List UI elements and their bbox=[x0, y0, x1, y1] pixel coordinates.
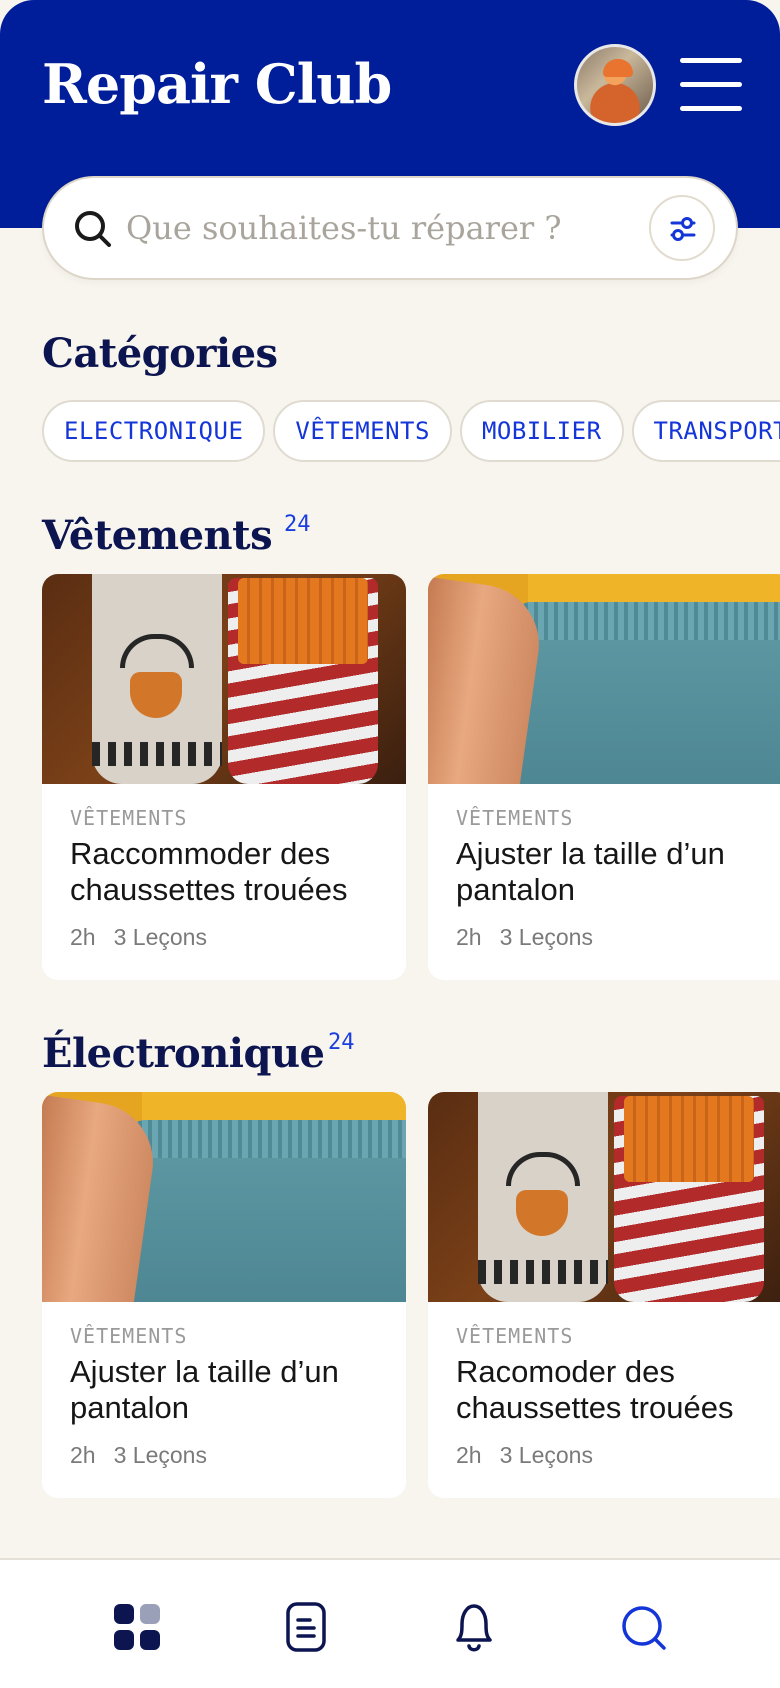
course-card[interactable]: VÊTEMENTS Raccommoder des chaussettes tr… bbox=[42, 574, 406, 980]
card-title: Ajuster la taille d’un pantalon bbox=[456, 836, 725, 907]
card-title: Racomoder des chaussettes trouées bbox=[456, 1354, 734, 1425]
card-title: Ajuster la taille d’un pantalon bbox=[70, 1354, 339, 1425]
card-title: Raccommoder des chaussettes trouées bbox=[70, 836, 348, 907]
section-title-vetements: Vêtements bbox=[42, 512, 273, 559]
card-meta: 2h 3 Leçons bbox=[456, 1442, 593, 1469]
category-chips: ELECTRONIQUE VÊTEMENTS MOBILIER TRANSPORT bbox=[42, 400, 780, 462]
course-row: VÊTEMENTS Ajuster la taille d’un pantalo… bbox=[42, 1092, 780, 1502]
card-duration: 2h bbox=[456, 924, 482, 950]
avatar-helmet bbox=[603, 59, 633, 77]
search-icon[interactable] bbox=[612, 1596, 676, 1660]
bottom-tab-bar bbox=[0, 1558, 780, 1688]
card-category: VÊTEMENTS bbox=[70, 806, 188, 830]
card-meta: 2h 3 Leçons bbox=[456, 924, 593, 951]
user-avatar[interactable] bbox=[574, 44, 656, 126]
card-duration: 2h bbox=[70, 924, 96, 950]
chip-electronique[interactable]: ELECTRONIQUE bbox=[42, 400, 266, 462]
filter-button[interactable] bbox=[649, 195, 715, 261]
course-card[interactable]: VÊTEMENTS Ajuster la taille d’un pantalo… bbox=[42, 1092, 406, 1498]
search-input[interactable] bbox=[126, 198, 626, 258]
card-duration: 2h bbox=[456, 1442, 482, 1468]
hamburger-menu-icon[interactable] bbox=[680, 58, 742, 112]
bell-icon[interactable] bbox=[442, 1596, 506, 1660]
pants-image bbox=[428, 574, 780, 784]
section-title-electronique: Électronique bbox=[42, 1030, 325, 1077]
card-lessons: 3 Leçons bbox=[499, 924, 593, 950]
socks-image bbox=[428, 1092, 780, 1302]
card-lessons: 3 Leçons bbox=[113, 924, 207, 950]
card-lessons: 3 Leçons bbox=[499, 1442, 593, 1468]
card-duration: 2h bbox=[70, 1442, 96, 1468]
course-card[interactable]: VÊTEMENTS Ajuster la taille d’un pantalo… bbox=[428, 574, 780, 980]
course-row: VÊTEMENTS Raccommoder des chaussettes tr… bbox=[42, 574, 780, 984]
chip-vetements[interactable]: VÊTEMENTS bbox=[273, 400, 452, 462]
card-meta: 2h 3 Leçons bbox=[70, 1442, 207, 1469]
app-title: Repair Club bbox=[42, 52, 392, 116]
card-meta: 2h 3 Leçons bbox=[70, 924, 207, 951]
pants-image bbox=[42, 1092, 406, 1302]
course-card[interactable]: VÊTEMENTS Racomoder des chaussettes trou… bbox=[428, 1092, 780, 1498]
card-category: VÊTEMENTS bbox=[456, 1324, 574, 1348]
socks-image bbox=[42, 574, 406, 784]
grid-icon[interactable] bbox=[106, 1596, 170, 1660]
card-category: VÊTEMENTS bbox=[70, 1324, 188, 1348]
chip-transport[interactable]: TRANSPORT bbox=[631, 400, 780, 462]
search-icon bbox=[75, 211, 111, 247]
categories-title: Catégories bbox=[42, 330, 278, 377]
sliders-icon bbox=[670, 217, 696, 241]
card-category: VÊTEMENTS bbox=[456, 806, 574, 830]
section-count: 24 bbox=[328, 1030, 355, 1055]
card-lessons: 3 Leçons bbox=[113, 1442, 207, 1468]
search-bar bbox=[42, 176, 738, 280]
chip-mobilier[interactable]: MOBILIER bbox=[459, 400, 624, 462]
notes-icon[interactable] bbox=[274, 1596, 338, 1660]
section-count: 24 bbox=[284, 512, 311, 537]
